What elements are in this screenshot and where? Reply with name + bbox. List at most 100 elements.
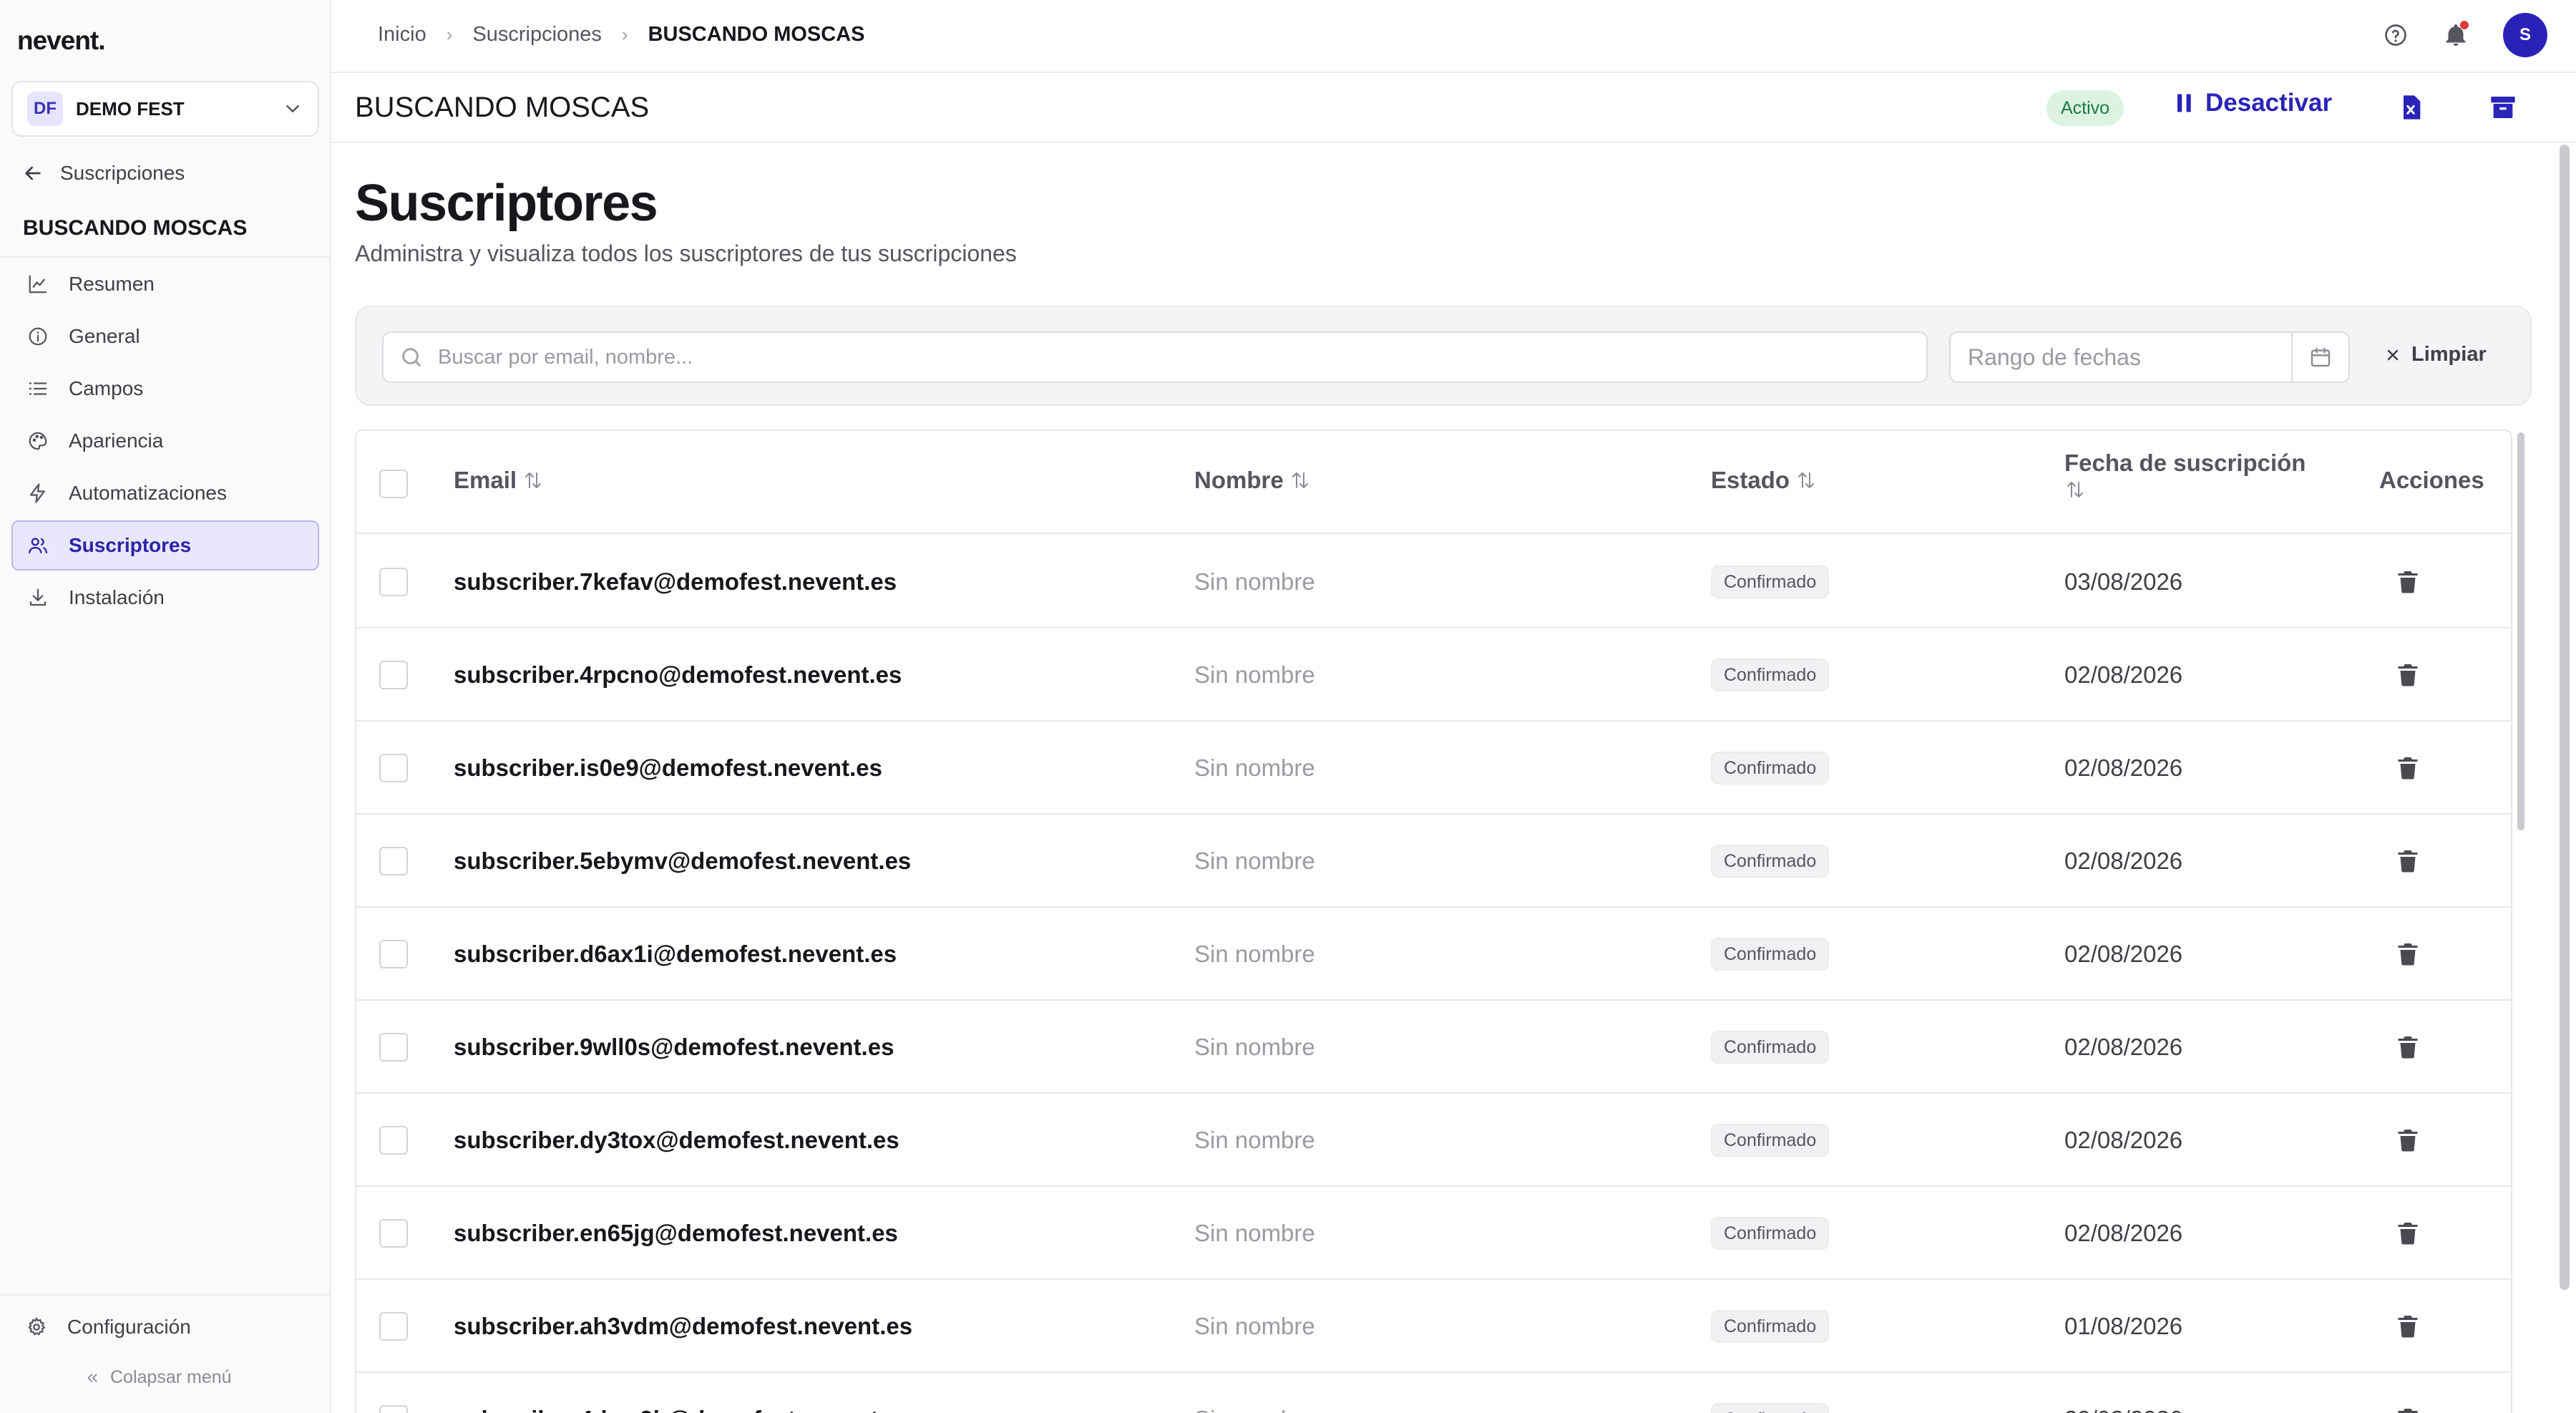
sidebar-item-automatizaciones[interactable]: Automatizaciones xyxy=(11,468,319,518)
cell-name: Sin nombre xyxy=(1194,941,1315,967)
page-scrollbar-thumb[interactable] xyxy=(2560,145,2570,1290)
table-row[interactable]: subscriber.d6ax1i@demofest.nevent.es Sin… xyxy=(356,908,2511,1001)
trash-icon[interactable] xyxy=(2395,940,2421,968)
sidebar: nevent. DF DEMO FEST Suscripciones BUSCA… xyxy=(0,0,331,1413)
sidebar-item-campos[interactable]: Campos xyxy=(11,364,319,414)
clear-filters-button[interactable]: Limpiar xyxy=(2384,343,2487,366)
sidebar-item-configuracion[interactable]: Configuración xyxy=(26,1316,191,1339)
sidebar-item-suscriptores[interactable]: Suscriptores xyxy=(11,520,319,570)
row-checkbox[interactable] xyxy=(379,1405,408,1413)
row-checkbox[interactable] xyxy=(379,847,408,875)
chart-line-icon xyxy=(29,275,47,293)
back-to-subscriptions-link[interactable]: Suscripciones xyxy=(21,162,185,185)
table-row[interactable]: subscriber.ah3vdm@demofest.nevent.es Sin… xyxy=(356,1280,2511,1373)
user-avatar[interactable]: S xyxy=(2503,13,2547,57)
row-checkbox[interactable] xyxy=(379,754,408,782)
app-logo[interactable]: nevent. xyxy=(17,26,106,56)
sidebar-divider xyxy=(0,1294,330,1296)
deactivate-button[interactable]: Desactivar xyxy=(2175,89,2332,117)
collapse-menu-button[interactable]: Colapsar menú xyxy=(84,1367,232,1388)
notifications-button[interactable] xyxy=(2443,21,2469,48)
trash-icon[interactable] xyxy=(2395,754,2421,782)
trash-icon[interactable] xyxy=(2395,847,2421,875)
sidebar-item-instalacion[interactable]: Instalación xyxy=(11,573,319,623)
breadcrumb-item-inicio[interactable]: Inicio xyxy=(378,23,426,47)
table-row[interactable]: subscriber.dy3tox@demofest.nevent.es Sin… xyxy=(356,1094,2511,1187)
collapse-menu-label: Colapsar menú xyxy=(110,1367,232,1387)
cell-email: subscriber.en65jg@demofest.nevent.es xyxy=(454,1220,898,1246)
trash-icon[interactable] xyxy=(2395,1219,2421,1248)
sidebar-item-apariencia[interactable]: Apariencia xyxy=(11,416,319,466)
row-checkbox[interactable] xyxy=(379,1033,408,1062)
trash-icon[interactable] xyxy=(2395,1312,2421,1341)
calendar-button[interactable] xyxy=(2291,333,2348,382)
trash-icon[interactable] xyxy=(2395,1033,2421,1062)
table-row[interactable]: subscriber.is0e9@demofest.nevent.es Sin … xyxy=(356,722,2511,815)
column-label: Fecha de suscripción xyxy=(2064,450,2306,476)
archive-icon[interactable] xyxy=(2489,93,2517,122)
row-checkbox[interactable] xyxy=(379,1219,408,1248)
row-checkbox[interactable] xyxy=(379,1312,408,1341)
column-header-date[interactable]: Fecha de suscripción xyxy=(2064,450,2306,501)
status-badge: Confirmado xyxy=(1711,1217,1830,1250)
status-badge: Confirmado xyxy=(1711,845,1830,878)
close-icon xyxy=(2387,349,2399,360)
trash-icon[interactable] xyxy=(2395,1126,2421,1155)
date-range-input[interactable] xyxy=(1968,344,2283,371)
cell-name: Sin nombre xyxy=(1194,568,1315,595)
cell-name: Sin nombre xyxy=(1194,1127,1315,1153)
row-checkbox[interactable] xyxy=(379,1126,408,1155)
status-badge: Confirmado xyxy=(1711,659,1830,691)
cell-date: 02/08/2026 xyxy=(2064,661,2183,688)
column-header-email[interactable]: Email xyxy=(454,467,544,494)
cell-email: subscriber.7kefav@demofest.nevent.es xyxy=(454,568,897,595)
table-scrollbar-thumb[interactable] xyxy=(2517,432,2524,830)
sidebar-item-label: Automatizaciones xyxy=(69,482,228,504)
filter-panel: Limpiar xyxy=(355,306,2532,406)
breadcrumb-current: BUSCANDO MOSCAS xyxy=(648,23,865,46)
cell-date: 29/02/2026 xyxy=(2064,1406,2182,1413)
cell-email: subscriber.is0e9@demofest.nevent.es xyxy=(454,754,882,781)
org-selector[interactable]: DF DEMO FEST xyxy=(11,81,319,137)
list-icon xyxy=(29,382,47,395)
column-header-name[interactable]: Nombre xyxy=(1194,467,1311,494)
sort-icon xyxy=(1798,472,1815,488)
table-row[interactable]: subscriber.9wll0s@demofest.nevent.es Sin… xyxy=(356,1001,2511,1094)
search-input[interactable] xyxy=(438,345,1797,369)
row-checkbox[interactable] xyxy=(379,940,408,968)
trash-icon[interactable] xyxy=(2395,1405,2421,1413)
export-excel-icon[interactable] xyxy=(2396,93,2425,122)
help-icon[interactable] xyxy=(2383,22,2409,48)
table-row[interactable]: subscriber.4rpcno@demofest.nevent.es Sin… xyxy=(356,628,2511,722)
table-row[interactable]: subscriber.7kefav@demofest.nevent.es Sin… xyxy=(356,535,2511,628)
breadcrumb-item-suscripciones[interactable]: Suscripciones xyxy=(472,23,602,47)
select-all-checkbox[interactable] xyxy=(379,470,408,498)
cell-date: 02/08/2026 xyxy=(2064,1127,2183,1153)
column-label: Acciones xyxy=(2379,467,2484,493)
column-header-actions: Acciones xyxy=(2379,467,2484,494)
status-badge: Confirmado xyxy=(1711,1310,1830,1343)
column-header-status[interactable]: Estado xyxy=(1711,467,1817,494)
chevrons-left-icon xyxy=(87,1374,97,1382)
table-row[interactable]: subscriber.5ebymv@demofest.nevent.es Sin… xyxy=(356,815,2511,908)
sidebar-item-label: Resumen xyxy=(69,273,155,295)
deactivate-label: Desactivar xyxy=(2205,89,2333,117)
org-name: DEMO FEST xyxy=(76,97,185,120)
table-row[interactable]: subscriber.4dqw9h@demofest.nevent.es Sin… xyxy=(356,1373,2511,1413)
cell-email: subscriber.5ebymv@demofest.nevent.es xyxy=(454,848,912,874)
trash-icon[interactable] xyxy=(2395,568,2421,596)
users-icon xyxy=(29,538,47,554)
row-checkbox[interactable] xyxy=(379,661,408,689)
top-bar-actions: S xyxy=(2383,13,2547,57)
sidebar-item-resumen[interactable]: Resumen xyxy=(11,259,319,309)
column-label: Email xyxy=(454,467,517,493)
breadcrumb-separator-icon: › xyxy=(446,24,453,45)
sidebar-divider xyxy=(0,256,330,258)
cell-name: Sin nombre xyxy=(1194,1034,1315,1060)
clear-filters-label: Limpiar xyxy=(2411,343,2487,366)
trash-icon[interactable] xyxy=(2395,661,2421,689)
row-checkbox[interactable] xyxy=(379,568,408,596)
cell-date: 02/08/2026 xyxy=(2064,754,2183,781)
sidebar-item-general[interactable]: General xyxy=(11,311,319,361)
table-row[interactable]: subscriber.en65jg@demofest.nevent.es Sin… xyxy=(356,1187,2511,1280)
